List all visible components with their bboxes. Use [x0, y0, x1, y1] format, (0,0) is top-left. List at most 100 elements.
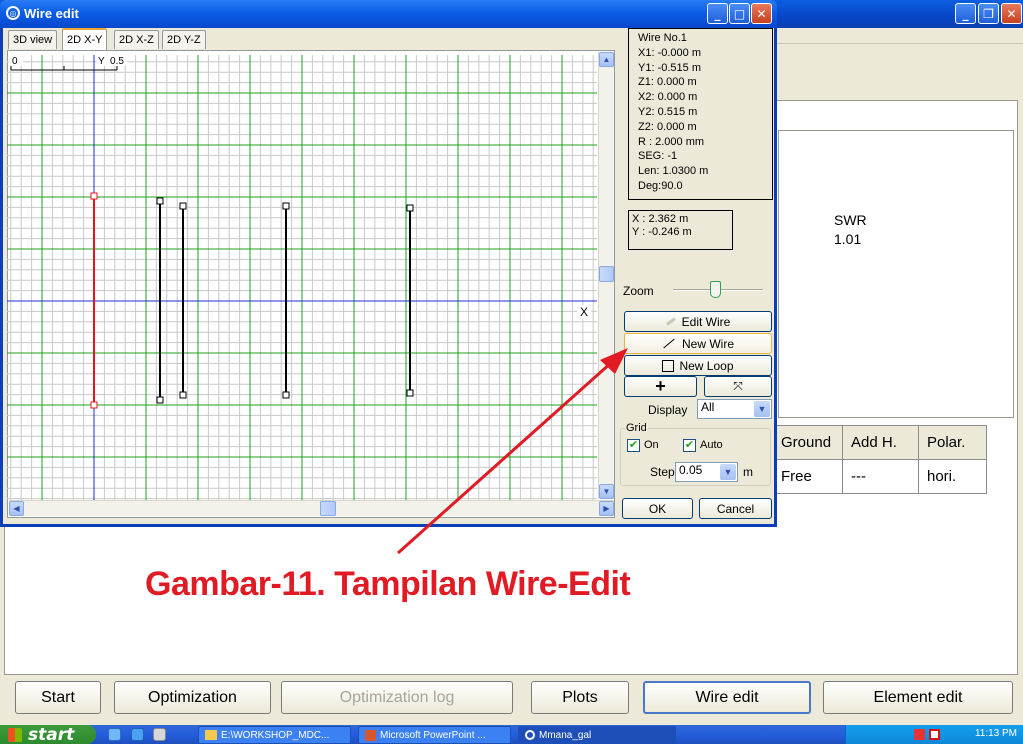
start-label: start: [28, 724, 75, 744]
wire-3-endpoint[interactable]: [179, 202, 187, 210]
table-header-addh[interactable]: Add H.: [842, 425, 919, 460]
pencil-icon: [665, 317, 676, 326]
zoom-slider-thumb[interactable]: [710, 281, 721, 298]
info-radius: R : 2.000 mm: [638, 135, 705, 148]
minimize-icon[interactable]: _: [955, 3, 976, 24]
taskbar-item-powerpoint[interactable]: Microsoft PowerPoint ...: [358, 726, 511, 744]
swr-label: SWR: [834, 212, 867, 228]
info-z2: Z2: 0.000 m: [638, 120, 697, 133]
scroll-right-icon[interactable]: ▶: [599, 501, 614, 516]
fit-view-icon: ⤧: [733, 379, 743, 393]
info-x1: X1: -0.000 m: [638, 46, 701, 59]
zoom-in-button[interactable]: +: [624, 376, 697, 397]
wire-2-endpoint[interactable]: [156, 396, 164, 404]
info-y2: Y2: 0.515 m: [638, 105, 698, 118]
horizontal-scroll-thumb[interactable]: [320, 501, 336, 516]
tab-2d-xz[interactable]: 2D X-Z: [114, 30, 159, 49]
step-select[interactable]: 0.05 ▼: [675, 462, 738, 482]
cursor-y: Y : -0.246 m: [632, 226, 692, 238]
fit-view-button[interactable]: ⤧: [704, 376, 772, 397]
tray-icon-security[interactable]: [914, 729, 925, 740]
wire-4-endpoint[interactable]: [282, 391, 290, 399]
wire-5-endpoint[interactable]: [406, 204, 414, 212]
horizontal-scrollbar[interactable]: ◀ ▶: [9, 500, 614, 516]
table-row[interactable]: Free --- hori.: [772, 459, 987, 494]
ok-button[interactable]: OK: [622, 498, 693, 519]
zoom-label: Zoom: [623, 284, 654, 298]
new-wire-label: New Wire: [681, 336, 734, 351]
cancel-button[interactable]: Cancel: [699, 498, 772, 519]
table-cell-polar[interactable]: hori.: [918, 459, 987, 494]
wire-1-endpoint[interactable]: [90, 192, 98, 200]
info-deg: Deg:90.0: [638, 179, 683, 192]
taskbar-item-label: Microsoft PowerPoint ...: [380, 729, 486, 741]
start-button[interactable]: Start: [15, 681, 101, 714]
vertical-scroll-thumb[interactable]: [599, 266, 614, 282]
wire-4-endpoint[interactable]: [282, 202, 290, 210]
display-label: Display: [648, 403, 688, 417]
wire-edit-dialog: ◎ Wire edit _ □ ✕ 3D view 2D X-Y 2D X-Z …: [0, 0, 777, 527]
table-cell-addh[interactable]: ---: [842, 459, 919, 494]
chevron-down-icon[interactable]: ▼: [720, 464, 736, 480]
mmana-app-icon: ◎: [6, 6, 20, 20]
wire-2-endpoint[interactable]: [156, 197, 164, 205]
taskbar-item-explorer[interactable]: E:\WORKSHOP_MDC...: [198, 726, 351, 744]
display-value: All: [701, 400, 715, 414]
wire-plot-canvas[interactable]: 0 Y 0.5 X: [7, 55, 597, 500]
quicklaunch-icon[interactable]: [108, 728, 121, 741]
close-icon[interactable]: ✕: [1001, 3, 1022, 24]
scroll-left-icon[interactable]: ◀: [9, 501, 24, 516]
cursor-x: X : 2.362 m: [632, 213, 689, 225]
taskbar-item-mmana[interactable]: Mmana_gal: [518, 726, 676, 744]
dialog-maximize-icon[interactable]: □: [729, 3, 750, 24]
optimization-log-button[interactable]: Optimization log: [281, 681, 513, 714]
browser-icon[interactable]: [131, 728, 144, 741]
y-axis-label: Y: [98, 56, 105, 67]
tab-2d-yz[interactable]: 2D Y-Z: [162, 30, 206, 49]
edit-wire-label: Edit Wire: [681, 314, 731, 329]
table-cell-ground[interactable]: Free: [772, 459, 843, 494]
dialog-titlebar[interactable]: ◎ Wire edit _ □ ✕: [0, 0, 777, 28]
scroll-down-icon[interactable]: ▼: [599, 484, 614, 499]
major-grid: [7, 55, 597, 500]
tab-2d-xy[interactable]: 2D X-Y: [62, 28, 108, 50]
new-loop-button[interactable]: New Loop: [624, 355, 772, 376]
dialog-close-icon[interactable]: ✕: [751, 3, 772, 24]
grid-auto-checkbox[interactable]: ✔: [683, 439, 696, 452]
grid-auto-label: Auto: [700, 439, 723, 451]
element-edit-button[interactable]: Element edit: [823, 681, 1013, 714]
info-wire-no: Wire No.1: [638, 32, 687, 44]
wire-3-endpoint[interactable]: [179, 391, 187, 399]
dialog-minimize-icon[interactable]: _: [707, 3, 728, 24]
taskbar: start E:\WORKSHOP_MDC... Microsoft Power…: [0, 725, 1023, 744]
grid-legend: Grid: [625, 422, 648, 434]
new-wire-button[interactable]: New Wire: [624, 333, 772, 354]
system-tray: 11:13 PM: [845, 725, 1023, 744]
swr-value: 1.01: [834, 231, 862, 247]
wire-5-endpoint[interactable]: [406, 389, 414, 397]
display-select[interactable]: All ▼: [697, 399, 772, 419]
info-x2: X2: 0.000 m: [638, 91, 698, 104]
plots-button[interactable]: Plots: [531, 681, 629, 714]
info-z1: Z1: 0.000 m: [638, 76, 697, 89]
step-unit: m: [743, 465, 753, 479]
edit-wire-button[interactable]: Edit Wire: [624, 311, 772, 332]
start-menu-button[interactable]: start: [0, 725, 96, 744]
wire-edit-button[interactable]: Wire edit: [643, 681, 811, 714]
tray-icon-shield[interactable]: [929, 729, 940, 740]
wire-info-panel: Wire No.1 X1: -0.000 m Y1: -0.515 m Z1: …: [628, 28, 773, 200]
scroll-up-icon[interactable]: ▲: [599, 52, 614, 67]
grid-on-checkbox[interactable]: ✔: [627, 439, 640, 452]
new-loop-label: New Loop: [679, 358, 734, 373]
optimization-button[interactable]: Optimization: [114, 681, 271, 714]
scale-label-right: 0.5: [110, 56, 124, 67]
table-header-polar[interactable]: Polar.: [918, 425, 987, 460]
chevron-down-icon[interactable]: ▼: [754, 401, 770, 417]
desktop-icon[interactable]: [153, 728, 166, 741]
vertical-scrollbar[interactable]: ▲ ▼: [598, 52, 614, 499]
tab-3d-view[interactable]: 3D view: [8, 30, 58, 49]
table-header-ground[interactable]: Ground: [772, 425, 843, 460]
wire-1-endpoint[interactable]: [90, 401, 98, 409]
clock[interactable]: 11:13 PM: [975, 728, 1017, 739]
restore-icon[interactable]: ❐: [978, 3, 999, 24]
